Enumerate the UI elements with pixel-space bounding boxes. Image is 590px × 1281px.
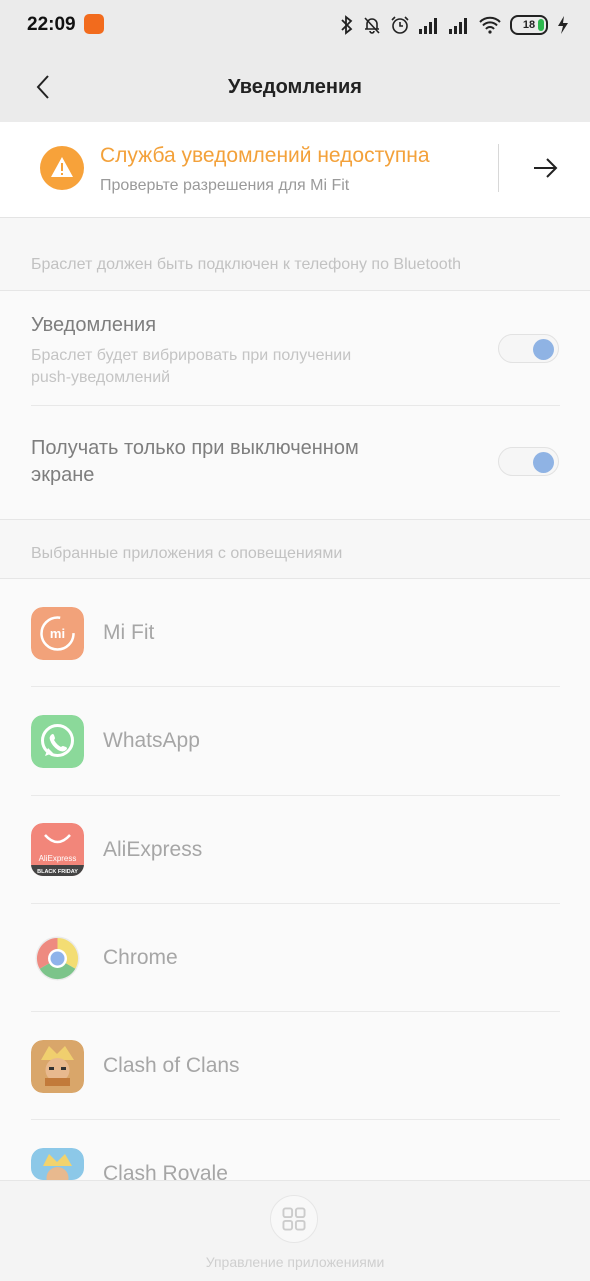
- settings-divider: [31, 405, 560, 406]
- aliexpress-icon-text: AliExpress: [39, 854, 77, 863]
- app-row-clash-of-clans[interactable]: [0, 1012, 590, 1120]
- notifications-setting-subtitle-1: Браслет будет вибрировать при получении: [31, 347, 352, 364]
- banner-subtitle: Проверьте разрешения для Mi Fit: [100, 177, 350, 194]
- app-name: Clash Royale: [103, 1162, 228, 1180]
- clash-of-clans-icon: [31, 1040, 84, 1093]
- app-name: Mi Fit: [103, 621, 155, 644]
- status-bar: 22:09 18: [0, 0, 590, 52]
- status-time: 22:09: [27, 14, 76, 35]
- mifit-icon: mi: [31, 607, 84, 660]
- whatsapp-icon: [31, 715, 84, 768]
- arrow-right-icon[interactable]: [530, 153, 560, 183]
- app-name: AliExpress: [103, 838, 203, 861]
- warning-icon: [40, 146, 84, 190]
- charging-icon: [558, 16, 568, 34]
- notification-warning-banner[interactable]: [0, 122, 590, 218]
- app-name: Chrome: [103, 946, 178, 969]
- app-name: Clash of Clans: [103, 1054, 240, 1077]
- bell-off-icon: [364, 17, 380, 34]
- app-row-clash-royale[interactable]: [0, 1120, 590, 1180]
- selected-apps-label: Выбранные приложения с оповещениями: [31, 545, 343, 562]
- aliexpress-icon: AliExpress BLACK FRIDAY: [31, 823, 84, 876]
- grid-apps-icon[interactable]: [270, 1195, 318, 1243]
- wifi-icon: [479, 16, 501, 34]
- banner-divider: [498, 144, 499, 192]
- banner-title: Служба уведомлений недоступна: [100, 144, 430, 167]
- app-row-aliexpress[interactable]: [0, 796, 590, 904]
- chrome-icon: [35, 936, 80, 981]
- app-name: WhatsApp: [103, 729, 200, 752]
- notifications-toggle[interactable]: [498, 334, 559, 363]
- aliexpress-icon-badge: BLACK FRIDAY: [37, 869, 78, 875]
- manage-apps-label[interactable]: Управление приложениями: [0, 1254, 590, 1270]
- bluetooth-icon: [341, 15, 353, 35]
- app-row-mi-fit[interactable]: [0, 579, 590, 687]
- mi-notification-icon: [84, 14, 104, 34]
- app-row-whatsapp[interactable]: [0, 687, 590, 795]
- notifications-setting-subtitle-2: push-уведомлений: [31, 369, 171, 386]
- screen-off-setting-title-2: экране: [31, 464, 95, 486]
- header: Уведомления: [0, 52, 590, 122]
- toggle-knob: [533, 452, 554, 473]
- clash-royale-icon: [31, 1148, 84, 1180]
- bluetooth-requirement-label: Браслет должен быть подключен к телефону…: [31, 256, 462, 273]
- toggle-knob: [533, 339, 554, 360]
- signal-icon: [419, 18, 437, 34]
- status-icons: 18: [340, 14, 570, 36]
- alarm-icon: [391, 16, 409, 34]
- signal-icon-2: [449, 18, 467, 34]
- battery-level: 18: [522, 19, 536, 31]
- screen-off-toggle[interactable]: [498, 447, 559, 476]
- svg-text:mi: mi: [50, 626, 65, 641]
- app-row-chrome[interactable]: [0, 904, 590, 1012]
- page-title: Уведомления: [228, 76, 362, 98]
- notifications-setting-title: Уведомления: [31, 314, 157, 336]
- screen-off-setting-title-1: Получать только при выключенном: [31, 437, 359, 459]
- battery-icon: 18: [510, 15, 548, 35]
